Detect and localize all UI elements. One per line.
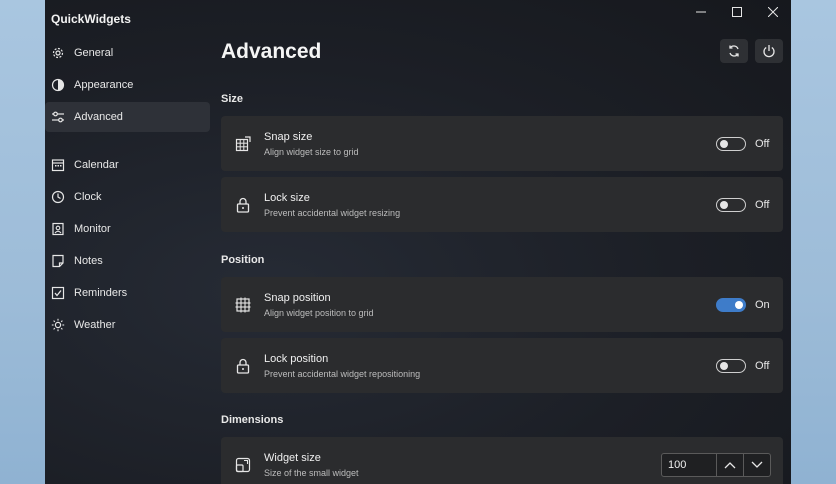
- setting-title: Snap size: [264, 130, 313, 143]
- lock-position-toggle[interactable]: [716, 358, 746, 373]
- sidebar-item-monitor[interactable]: Monitor: [45, 214, 210, 244]
- setting-description: Prevent accidental widget resizing: [264, 207, 401, 218]
- sidebar-item-label: Advanced: [74, 111, 123, 123]
- setting-card-lock-size: Lock size Prevent accidental widget resi…: [221, 177, 783, 232]
- setting-title: Snap position: [264, 291, 331, 304]
- app-title: QuickWidgets: [51, 12, 131, 26]
- sidebar: General Appearance Advanced Calendar Clo…: [45, 36, 210, 342]
- sidebar-item-label: Weather: [74, 319, 116, 331]
- sidebar-item-appearance[interactable]: Appearance: [45, 70, 210, 100]
- sidebar-item-label: Clock: [74, 191, 102, 203]
- setting-title: Widget size: [264, 451, 321, 464]
- resize-icon: [234, 456, 252, 474]
- sidebar-item-label: Calendar: [74, 159, 119, 171]
- app-window: QuickWidgets General Appearance Advanced…: [45, 0, 791, 484]
- toggle-state-label: Off: [755, 359, 770, 372]
- setting-title: Lock size: [264, 191, 310, 204]
- sidebar-item-clock[interactable]: Clock: [45, 182, 210, 212]
- toggle-state-label: Off: [755, 198, 770, 211]
- section-label-size: Size: [221, 93, 244, 105]
- setting-card-snap-size: Snap size Align widget size to grid Off: [221, 116, 783, 171]
- sidebar-item-label: Notes: [74, 255, 103, 267]
- title-bar-controls: [683, 0, 791, 24]
- maximize-icon: [732, 7, 742, 17]
- sync-button[interactable]: [720, 39, 748, 63]
- sidebar-item-advanced[interactable]: Advanced: [45, 102, 210, 132]
- calendar-icon: [50, 157, 66, 173]
- sidebar-item-label: Appearance: [74, 79, 134, 91]
- minimize-button[interactable]: [683, 0, 719, 24]
- grid-resize-icon: [234, 135, 252, 153]
- sidebar-item-label: Monitor: [74, 223, 111, 235]
- setting-description: Align widget position to grid: [264, 307, 374, 318]
- setting-description: Size of the small widget: [264, 467, 359, 478]
- sidebar-item-general[interactable]: General: [45, 38, 210, 68]
- setting-card-snap-position: Snap position Align widget position to g…: [221, 277, 783, 332]
- sync-icon: [729, 45, 739, 57]
- minimize-icon: [696, 11, 706, 13]
- power-icon: [763, 45, 775, 58]
- snap-position-toggle[interactable]: [716, 297, 746, 312]
- sliders-icon: [50, 109, 66, 125]
- increment-button[interactable]: [716, 453, 743, 476]
- page-title: Advanced: [221, 40, 322, 63]
- sidebar-item-notes[interactable]: Notes: [45, 246, 210, 276]
- lock-icon: [234, 196, 252, 214]
- note-icon: [50, 253, 66, 269]
- widget-size-input[interactable]: [662, 453, 716, 476]
- lock-size-toggle[interactable]: [716, 197, 746, 212]
- widget-size-number-box: [661, 452, 771, 477]
- close-button[interactable]: [755, 0, 791, 24]
- section-label-position: Position: [221, 254, 265, 266]
- power-button[interactable]: [755, 39, 783, 63]
- toggle-state-label: On: [755, 298, 770, 311]
- contrast-icon: [50, 77, 66, 93]
- close-icon: [768, 7, 778, 17]
- clock-icon: [50, 189, 66, 205]
- sidebar-item-calendar[interactable]: Calendar: [45, 150, 210, 180]
- sidebar-item-label: General: [74, 47, 114, 59]
- section-label-dimensions: Dimensions: [221, 414, 284, 426]
- maximize-button[interactable]: [719, 0, 755, 24]
- toggle-state-label: Off: [755, 137, 770, 150]
- setting-card-lock-position: Lock position Prevent accidental widget …: [221, 338, 783, 393]
- decrement-button[interactable]: [743, 453, 770, 476]
- sidebar-item-weather[interactable]: Weather: [45, 310, 210, 340]
- lock-icon: [234, 357, 252, 375]
- monitor-icon: [50, 221, 66, 237]
- chevron-up-icon: [724, 461, 736, 468]
- setting-title: Lock position: [264, 352, 329, 365]
- sidebar-item-label: Reminders: [74, 287, 128, 299]
- setting-description: Prevent accidental widget repositioning: [264, 368, 421, 379]
- setting-description: Align widget size to grid: [264, 146, 359, 157]
- grid-icon: [234, 296, 252, 314]
- checkbox-icon: [50, 285, 66, 301]
- sidebar-item-reminders[interactable]: Reminders: [45, 278, 210, 308]
- gear-icon: [50, 45, 66, 61]
- snap-size-toggle[interactable]: [716, 136, 746, 151]
- chevron-down-icon: [751, 461, 763, 468]
- sun-icon: [50, 317, 66, 333]
- setting-card-widget-size: Widget size Size of the small widget: [221, 437, 783, 484]
